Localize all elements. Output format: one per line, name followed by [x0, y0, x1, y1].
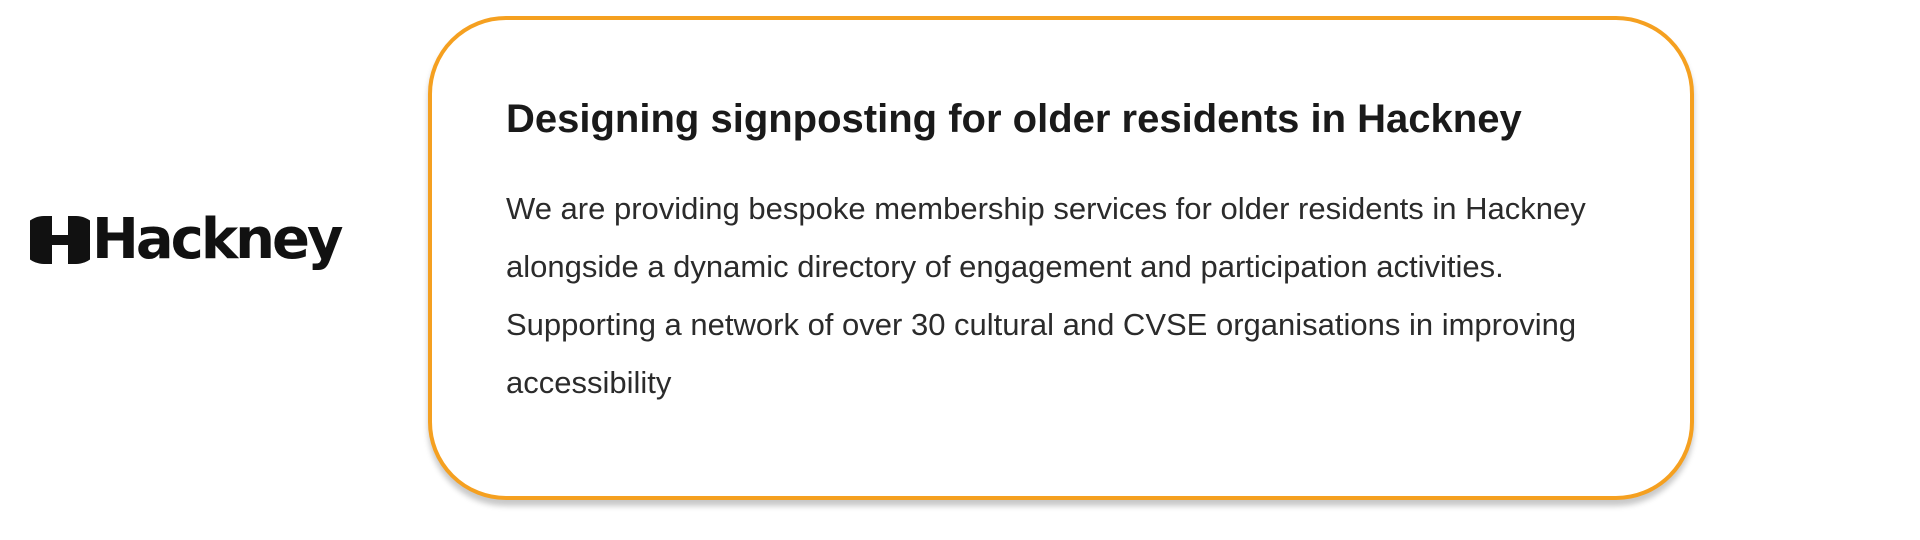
project-card: Designing signposting for older resident… [428, 16, 1694, 500]
hackney-wordmark: Hackney [92, 207, 343, 272]
card-title: Designing signposting for older resident… [506, 97, 1522, 141]
card-description: We are providing bespoke membership serv… [506, 191, 1586, 400]
hackney-logo: Hackney [30, 210, 356, 270]
hackney-h-logo-icon [30, 216, 90, 264]
